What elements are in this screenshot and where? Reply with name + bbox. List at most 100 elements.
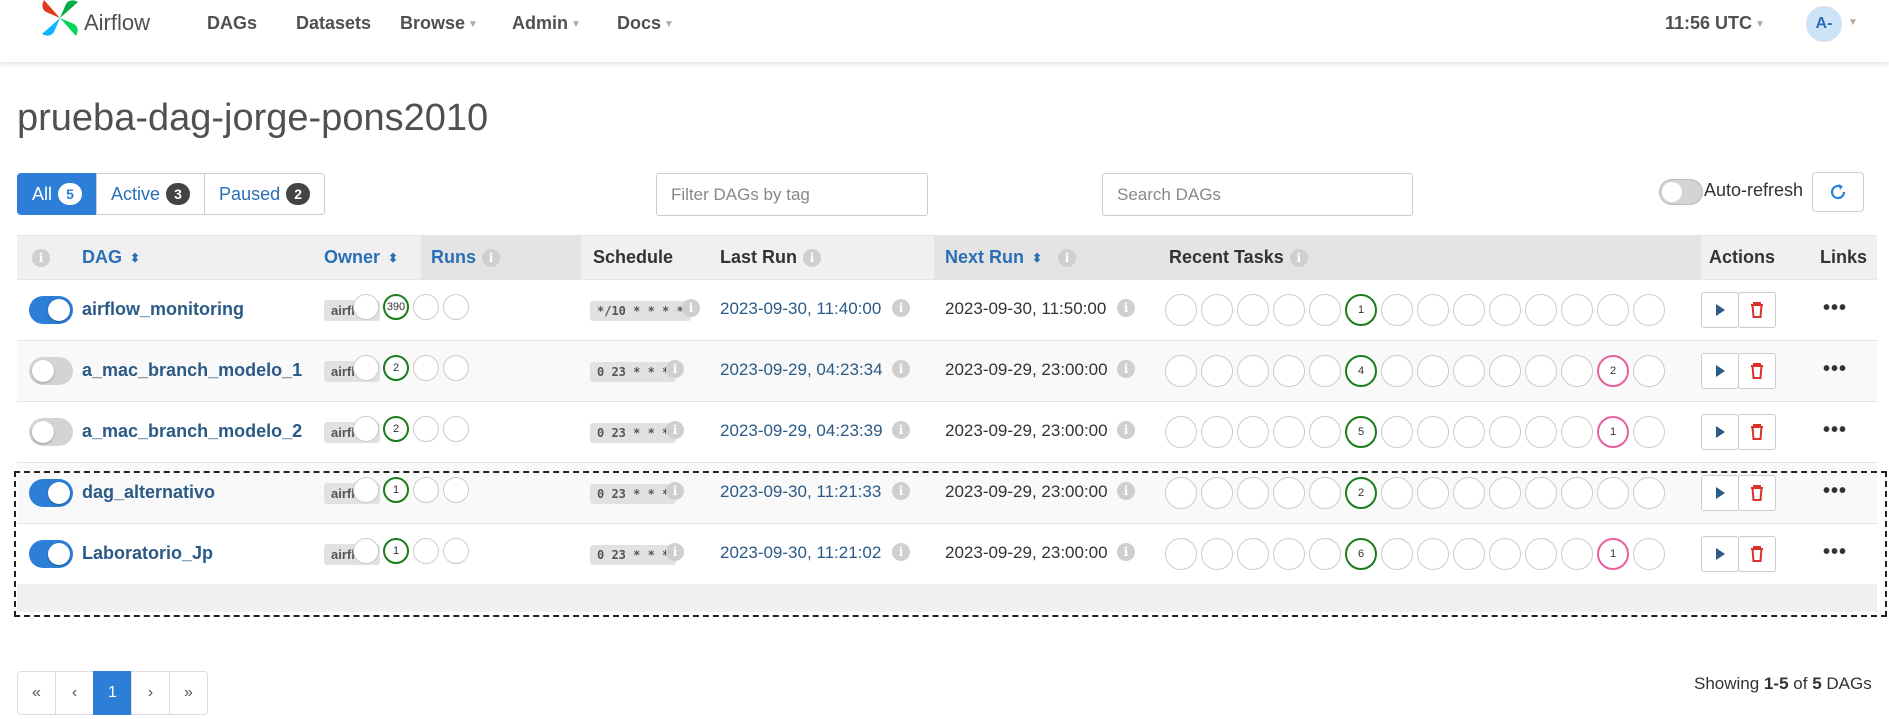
schedule-badge[interactable]: 0 23 * * * (590, 545, 677, 565)
nav-docs[interactable]: Docs ▼ (617, 13, 674, 34)
task-state-circle[interactable] (1165, 355, 1197, 387)
next-run-info[interactable]: i (1117, 482, 1135, 500)
last-run-link[interactable]: 2023-09-30, 11:21:33 (720, 482, 881, 502)
timezone-dropdown[interactable]: 11:56 UTC ▼ (1665, 13, 1765, 34)
dag-pause-toggle[interactable] (29, 540, 73, 568)
schedule-info[interactable]: i (666, 543, 684, 561)
run-state-circle[interactable] (413, 477, 439, 503)
task-state-circle[interactable] (1381, 355, 1413, 387)
task-state-circle[interactable] (1237, 538, 1269, 570)
task-state-circle[interactable]: 2 (1597, 355, 1629, 387)
last-run-info[interactable]: i (892, 543, 910, 561)
task-state-circle[interactable]: 1 (1597, 416, 1629, 448)
delete-dag-button[interactable] (1738, 475, 1776, 511)
run-state-circle[interactable] (413, 294, 439, 320)
trigger-dag-button[interactable] (1701, 414, 1739, 450)
schedule-badge[interactable]: 0 23 * * * (590, 484, 677, 504)
run-state-circle[interactable]: 2 (383, 416, 409, 442)
task-state-circle[interactable] (1273, 355, 1305, 387)
trigger-dag-button[interactable] (1701, 536, 1739, 572)
task-state-circle[interactable] (1561, 538, 1593, 570)
dag-pause-toggle[interactable] (29, 296, 73, 324)
select-all-info[interactable]: i (32, 247, 50, 268)
task-state-circle[interactable] (1309, 538, 1341, 570)
dag-name-link[interactable]: a_mac_branch_modelo_2 (82, 421, 302, 442)
nav-admin[interactable]: Admin ▼ (512, 13, 581, 34)
trigger-dag-button[interactable] (1701, 353, 1739, 389)
run-state-circle[interactable]: 2 (383, 355, 409, 381)
task-state-circle[interactable] (1381, 538, 1413, 570)
task-state-circle[interactable] (1633, 477, 1665, 509)
task-state-circle[interactable] (1309, 477, 1341, 509)
task-state-circle[interactable] (1273, 477, 1305, 509)
task-state-circle[interactable] (1525, 355, 1557, 387)
task-state-circle[interactable] (1417, 416, 1449, 448)
task-state-circle[interactable] (1525, 416, 1557, 448)
task-state-circle[interactable] (1453, 538, 1485, 570)
task-state-circle[interactable] (1309, 294, 1341, 326)
task-state-circle[interactable] (1597, 294, 1629, 326)
page-1-button[interactable]: 1 (93, 671, 132, 715)
next-run-info[interactable]: i (1117, 360, 1135, 378)
task-state-circle[interactable] (1489, 416, 1521, 448)
task-state-circle[interactable] (1165, 416, 1197, 448)
last-page-button[interactable]: » (169, 671, 208, 715)
links-menu-icon[interactable]: ••• (1823, 297, 1847, 320)
dag-name-link[interactable]: dag_alternativo (82, 482, 215, 503)
run-state-circle[interactable]: 1 (383, 538, 409, 564)
task-state-circle[interactable]: 4 (1345, 355, 1377, 387)
run-state-circle[interactable] (413, 355, 439, 381)
run-state-circle[interactable] (413, 538, 439, 564)
dag-name-link[interactable]: airflow_monitoring (82, 299, 244, 320)
task-state-circle[interactable] (1309, 416, 1341, 448)
links-menu-icon[interactable]: ••• (1823, 541, 1847, 564)
dag-pause-toggle[interactable] (29, 418, 73, 446)
search-input[interactable] (1102, 173, 1413, 216)
trigger-dag-button[interactable] (1701, 292, 1739, 328)
task-state-circle[interactable] (1453, 355, 1485, 387)
task-state-circle[interactable] (1561, 477, 1593, 509)
task-state-circle[interactable] (1633, 355, 1665, 387)
task-state-circle[interactable] (1201, 538, 1233, 570)
task-state-circle[interactable]: 5 (1345, 416, 1377, 448)
tag-filter-input[interactable] (656, 173, 928, 216)
last-run-info[interactable]: i (892, 421, 910, 439)
task-state-circle[interactable] (1165, 294, 1197, 326)
task-state-circle[interactable] (1453, 416, 1485, 448)
chevron-down-icon[interactable]: ▼ (1848, 17, 1858, 28)
dag-pause-toggle[interactable] (29, 479, 73, 507)
nav-browse[interactable]: Browse ▼ (400, 13, 478, 34)
task-state-circle[interactable] (1489, 294, 1521, 326)
run-state-circle[interactable] (443, 416, 469, 442)
task-state-circle[interactable] (1381, 477, 1413, 509)
auto-refresh-toggle[interactable] (1659, 179, 1703, 205)
last-run-link[interactable]: 2023-09-30, 11:40:00 (720, 299, 881, 319)
trigger-dag-button[interactable] (1701, 475, 1739, 511)
col-dag[interactable]: DAG ⬍ (82, 247, 140, 268)
run-state-circle[interactable]: 1 (383, 477, 409, 503)
task-state-circle[interactable] (1201, 416, 1233, 448)
task-state-circle[interactable] (1489, 355, 1521, 387)
task-state-circle[interactable] (1237, 477, 1269, 509)
nav-dags[interactable]: DAGs (207, 13, 257, 34)
tab-paused[interactable]: Paused 2 (204, 173, 326, 215)
task-state-circle[interactable] (1417, 355, 1449, 387)
task-state-circle[interactable] (1525, 477, 1557, 509)
links-menu-icon[interactable]: ••• (1823, 419, 1847, 442)
info-icon[interactable]: i (803, 249, 822, 268)
schedule-badge[interactable]: 0 23 * * * (590, 423, 677, 443)
task-state-circle[interactable] (1165, 477, 1197, 509)
task-state-circle[interactable] (1237, 416, 1269, 448)
dag-name-link[interactable]: a_mac_branch_modelo_1 (82, 360, 302, 381)
run-state-circle[interactable] (443, 538, 469, 564)
delete-dag-button[interactable] (1738, 414, 1776, 450)
task-state-circle[interactable] (1273, 416, 1305, 448)
task-state-circle[interactable] (1381, 416, 1413, 448)
info-icon[interactable]: i (1058, 249, 1077, 268)
schedule-info[interactable]: i (666, 360, 684, 378)
brand-name[interactable]: Airflow (84, 10, 150, 36)
task-state-circle[interactable] (1417, 477, 1449, 509)
info-icon[interactable]: i (482, 249, 500, 268)
task-state-circle[interactable]: 2 (1345, 477, 1377, 509)
schedule-info[interactable]: i (666, 421, 684, 439)
